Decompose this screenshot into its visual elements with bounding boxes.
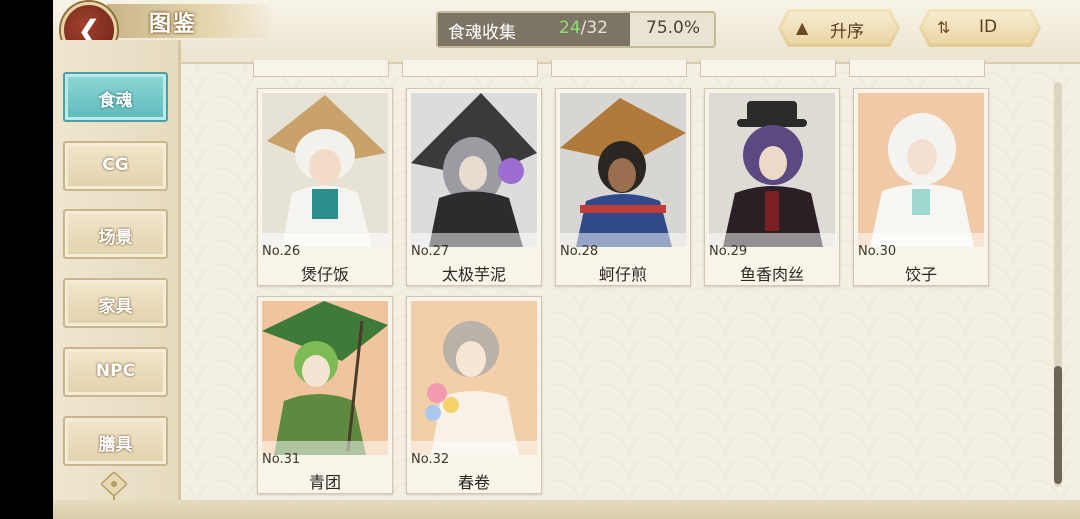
character-portrait-icon [411, 93, 537, 247]
card-number: No.26 [262, 244, 301, 259]
card-number: No.27 [411, 244, 450, 259]
sidebar-item-food-souls[interactable]: 食魂 [63, 72, 168, 122]
card-name: 煲仔饭 [300, 265, 349, 284]
card-name: 青团 [308, 473, 341, 492]
card-number: No.28 [560, 244, 599, 259]
card-partial[interactable] [402, 60, 538, 77]
sidebar-item-label: 膳具 [98, 435, 133, 455]
food-soul-card[interactable]: No.30 饺子 [853, 88, 989, 286]
sidebar-item-npc[interactable]: NPC [63, 347, 168, 397]
card-name: 鱼香肉丝 [739, 265, 804, 284]
card-number: No.31 [262, 452, 301, 467]
sidebar-item-tableware[interactable]: 膳具 [63, 416, 168, 466]
card-partial[interactable] [551, 60, 687, 77]
card-name: 春卷 [457, 473, 490, 492]
card-number: No.29 [709, 244, 748, 259]
card-name: 饺子 [904, 265, 937, 284]
food-soul-card[interactable]: No.28 蚵仔煎 [555, 88, 691, 286]
collection-count: 24/32 [559, 18, 608, 38]
sidebar-item-cg[interactable]: CG [63, 141, 168, 191]
category-sidebar: 食魂 CG 场景 家具 NPC 膳具 [53, 40, 181, 500]
scrollbar-thumb[interactable] [1054, 366, 1062, 484]
food-soul-grid: No.26 煲仔饭 No.27 太极芋泥 No.28 蚵仔煎 No.29 鱼香肉… [253, 60, 1053, 500]
sidebar-item-label: NPC [95, 361, 136, 381]
sidebar-item-label: 场景 [98, 228, 133, 248]
sidebar-item-scenes[interactable]: 场景 [63, 209, 168, 259]
sidebar-item-label: 食魂 [98, 91, 133, 111]
food-soul-card[interactable]: No.27 太极芋泥 [406, 88, 542, 286]
character-portrait-icon [858, 93, 984, 247]
character-portrait-icon [262, 301, 388, 455]
card-partial[interactable] [253, 60, 389, 77]
card-name: 太极芋泥 [441, 265, 506, 284]
card-name: 蚵仔煎 [598, 265, 647, 284]
bottom-border [53, 500, 1080, 519]
sort-order-label: 升序 [830, 22, 864, 42]
collection-progress: 食魂收集 24/32 75.0% [436, 11, 716, 48]
sidebar-item-label: CG [102, 155, 129, 175]
card-number: No.30 [858, 244, 897, 259]
character-portrait-icon [411, 301, 537, 455]
character-portrait-icon [709, 93, 835, 247]
page-title: 图鉴 [149, 12, 198, 37]
collection-label: 食魂收集 [448, 23, 516, 43]
sort-by-id-button[interactable]: ⇅ ID [919, 9, 1041, 47]
card-number: No.32 [411, 452, 450, 467]
food-soul-card[interactable]: No.31 青团 [257, 296, 393, 494]
character-portrait-icon [560, 93, 686, 247]
collection-percent: 75.0% [646, 18, 701, 38]
top-bar: ❮ 图鉴 食魂收集 24/32 75.0% ▲ 升序 ⇅ ID [53, 0, 1080, 64]
food-soul-card[interactable]: No.26 煲仔饭 [257, 88, 393, 286]
card-partial[interactable] [849, 60, 985, 77]
food-soul-card[interactable]: No.32 春卷 [406, 296, 542, 494]
codex-screen: ❮ 图鉴 食魂收集 24/32 75.0% ▲ 升序 ⇅ ID 食魂 CG 场景 [53, 0, 1080, 519]
sidebar-item-furniture[interactable]: 家具 [63, 278, 168, 328]
character-portrait-icon [262, 93, 388, 247]
sort-by-id-label: ID [978, 17, 998, 37]
sort-order-button[interactable]: ▲ 升序 [778, 9, 900, 47]
scrollbar[interactable] [1054, 82, 1062, 487]
sidebar-item-label: 家具 [98, 297, 133, 317]
food-soul-card[interactable]: No.29 鱼香肉丝 [704, 88, 840, 286]
card-partial[interactable] [700, 60, 836, 77]
collected-count: 24 [559, 18, 581, 38]
total-count: /32 [580, 18, 608, 38]
